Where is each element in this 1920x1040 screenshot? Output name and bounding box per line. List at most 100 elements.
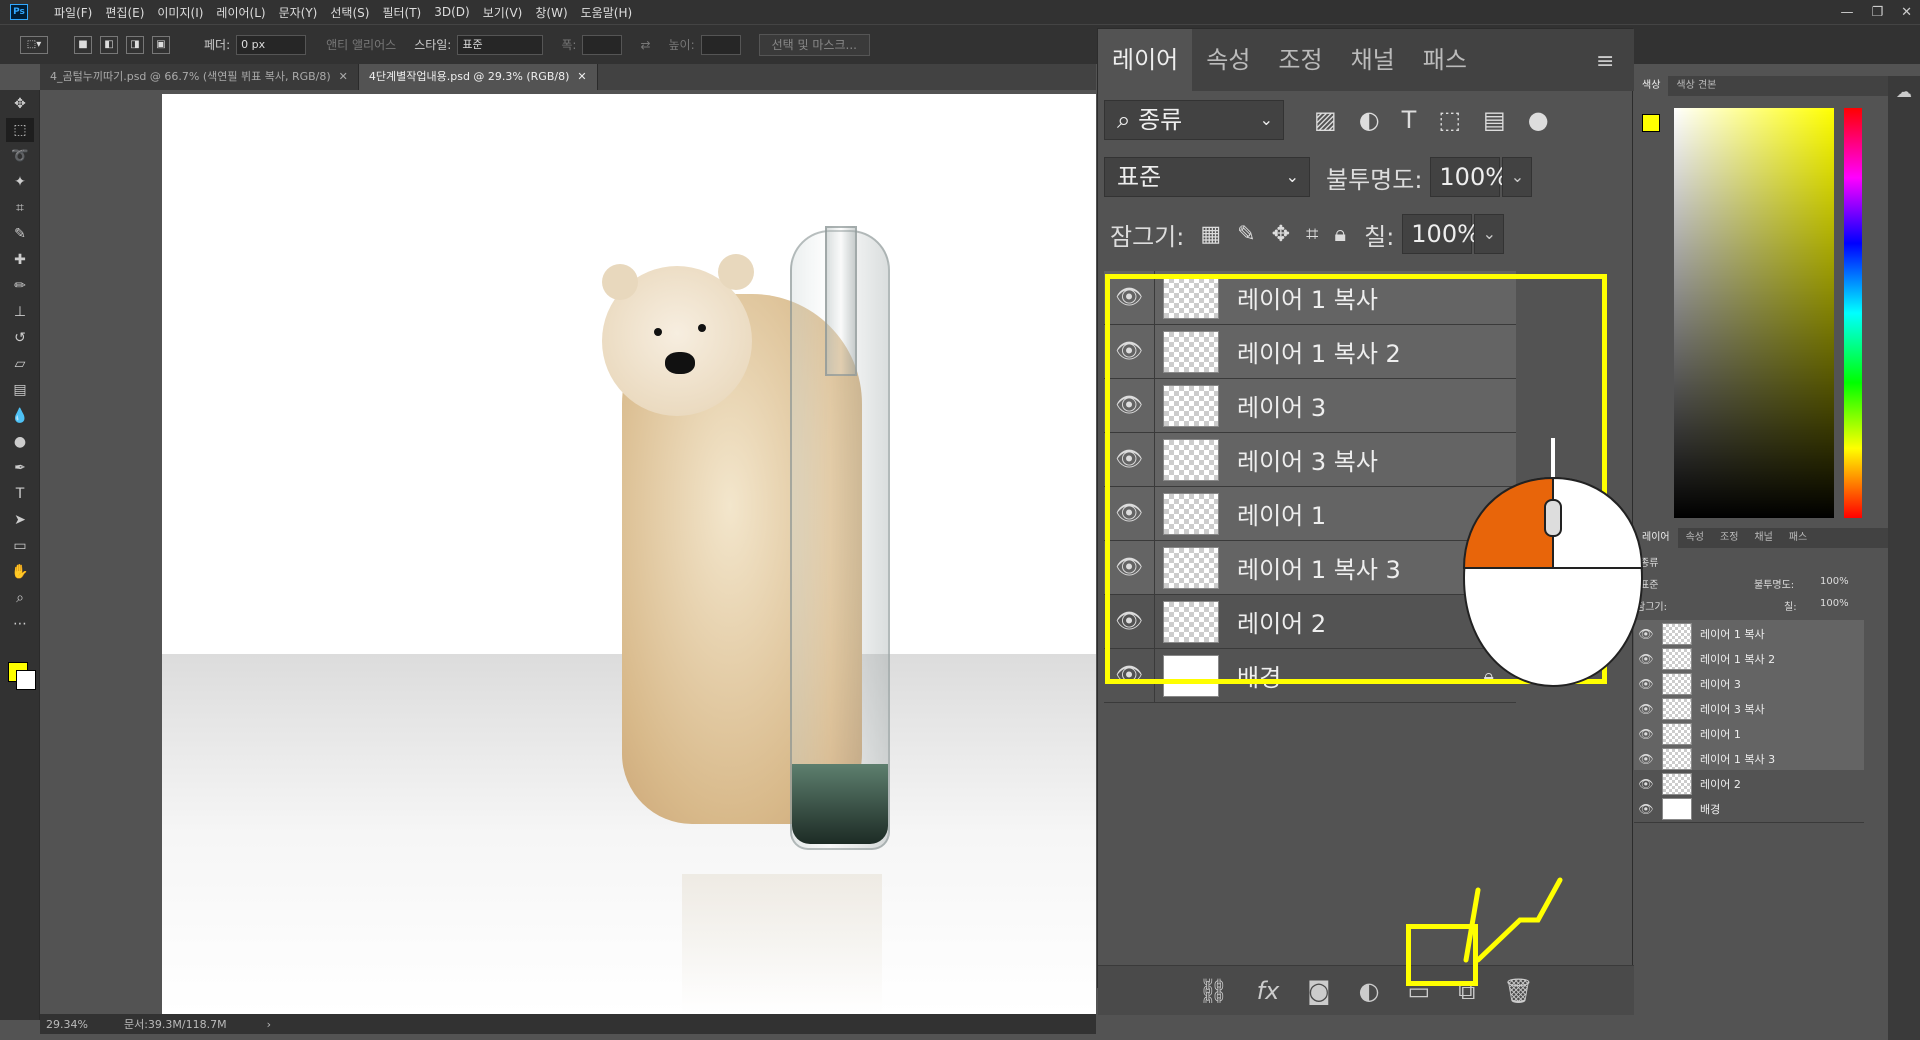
tab-channels[interactable]: 채널 xyxy=(1337,29,1409,91)
path-selection-tool-icon[interactable]: ➤ xyxy=(6,508,34,532)
minimize-icon[interactable]: — xyxy=(1840,5,1853,20)
hue-slider[interactable] xyxy=(1844,108,1862,518)
mini-tab-properties[interactable]: 속성 xyxy=(1678,528,1712,548)
restore-icon[interactable]: ❐ xyxy=(1871,5,1883,20)
eyedropper-tool-icon[interactable]: ✎ xyxy=(6,222,34,246)
subtract-selection-icon[interactable]: ◨ xyxy=(126,35,144,54)
mini-tab-channels[interactable]: 채널 xyxy=(1746,528,1780,548)
menu-filter[interactable]: 필터(T) xyxy=(382,4,421,21)
intersect-selection-icon[interactable]: ▣ xyxy=(152,35,170,54)
color-panel-foreground-swatch[interactable] xyxy=(1642,114,1660,132)
smart-object-filter-icon[interactable]: ▤ xyxy=(1483,106,1506,134)
close-tab-icon[interactable]: ✕ xyxy=(339,70,348,83)
menu-3d[interactable]: 3D(D) xyxy=(434,5,469,19)
lock-artboard-icon[interactable]: ⌗ xyxy=(1306,222,1318,247)
eraser-tool-icon[interactable]: ▱ xyxy=(6,352,34,376)
color-picker-field[interactable] xyxy=(1674,108,1834,518)
menu-help[interactable]: 도움말(H) xyxy=(581,4,633,21)
pixel-filter-icon[interactable]: ▨ xyxy=(1314,106,1337,134)
mini-layer-row[interactable]: 👁︎ 레이어 1 복사 3 xyxy=(1634,745,1864,773)
menu-view[interactable]: 보기(V) xyxy=(483,4,523,21)
crop-tool-icon[interactable]: ⌗ xyxy=(6,196,34,220)
gradient-tool-icon[interactable]: ▤ xyxy=(6,378,34,402)
close-icon[interactable]: ✕ xyxy=(1901,5,1912,20)
menu-file[interactable]: 파일(F) xyxy=(54,4,92,21)
kind-filter-select[interactable]: ⌕ 종류 ⌄ xyxy=(1104,100,1284,140)
delete-layer-icon[interactable]: 🗑︎ xyxy=(1503,977,1533,1005)
visibility-eye-icon[interactable]: 👁︎ xyxy=(1634,752,1658,766)
dodge-tool-icon[interactable]: ● xyxy=(6,430,34,454)
visibility-eye-icon[interactable]: 👁︎ xyxy=(1634,777,1658,791)
menu-type[interactable]: 문자(Y) xyxy=(279,4,318,21)
menu-image[interactable]: 이미지(I) xyxy=(157,4,203,21)
visibility-eye-icon[interactable]: 👁︎ xyxy=(1634,702,1658,716)
marquee-tool-icon[interactable]: ⬚ xyxy=(6,118,34,142)
filter-toggle-icon[interactable]: ● xyxy=(1528,106,1549,134)
move-tool-icon[interactable]: ✥ xyxy=(6,92,34,116)
adjustment-layer-icon[interactable]: ◐ xyxy=(1359,977,1380,1005)
marquee-preset-icon[interactable]: ⬚▾ xyxy=(20,35,48,54)
feather-input[interactable]: 0 px xyxy=(236,34,307,55)
document-canvas[interactable] xyxy=(162,94,1096,1014)
width-input[interactable] xyxy=(582,34,623,55)
menu-window[interactable]: 창(W) xyxy=(535,4,567,21)
rectangle-tool-icon[interactable]: ▭ xyxy=(6,534,34,558)
lock-pixels-icon[interactable]: ✎ xyxy=(1237,222,1255,247)
add-mask-icon[interactable]: ◙ xyxy=(1307,977,1330,1005)
fill-input[interactable]: 100% xyxy=(1402,214,1480,254)
lock-transparency-icon[interactable]: ▦ xyxy=(1200,222,1221,247)
opacity-dropdown-icon[interactable]: ⌄ xyxy=(1502,157,1533,197)
panel-menu-icon[interactable]: ≡ xyxy=(1596,49,1614,74)
healing-tool-icon[interactable]: ✚ xyxy=(6,248,34,272)
status-arrow-icon[interactable]: › xyxy=(267,1018,271,1031)
mini-layer-row[interactable]: 👁︎ 레이어 1 복사 xyxy=(1634,620,1864,648)
lock-all-icon[interactable]: 🔒︎ xyxy=(1334,222,1346,247)
new-selection-icon[interactable]: ■ xyxy=(74,35,92,54)
blur-tool-icon[interactable]: 💧 xyxy=(6,404,34,428)
zoom-level[interactable]: 29.34% xyxy=(46,1018,88,1031)
libraries-icon[interactable]: ☁ xyxy=(1892,82,1916,101)
lock-position-icon[interactable]: ✥ xyxy=(1272,222,1290,247)
menu-layer[interactable]: 레이어(L) xyxy=(216,4,265,21)
type-filter-icon[interactable]: T xyxy=(1402,106,1417,134)
mini-fill-value[interactable]: 100% xyxy=(1820,598,1849,609)
add-selection-icon[interactable]: ◧ xyxy=(100,35,118,54)
visibility-eye-icon[interactable]: 👁︎ xyxy=(1634,802,1658,816)
opacity-input[interactable]: 100% xyxy=(1430,157,1508,197)
menu-edit[interactable]: 편집(E) xyxy=(105,4,144,21)
mini-tab-paths[interactable]: 패스 xyxy=(1781,528,1815,548)
link-layers-icon[interactable]: ⛓ xyxy=(1198,977,1228,1005)
mini-layer-row[interactable]: 👁︎ 레이어 3 xyxy=(1634,670,1864,698)
zoom-tool-icon[interactable]: ⌕ xyxy=(6,586,34,610)
antialias-checkbox-label[interactable]: 앤티 앨리어스 xyxy=(326,36,396,53)
blend-mode-select[interactable]: 표준 ⌄ xyxy=(1104,157,1310,197)
more-tools-icon[interactable]: ⋯ xyxy=(6,612,34,636)
tab-document-2[interactable]: 4단계별작업내용.psd @ 29.3% (RGB/8) ✕ xyxy=(358,64,598,90)
tab-layers[interactable]: 레이어 xyxy=(1098,29,1193,91)
mini-tab-adjustments[interactable]: 조정 xyxy=(1712,528,1746,548)
pen-tool-icon[interactable]: ✒ xyxy=(6,456,34,480)
type-tool-icon[interactable]: T xyxy=(6,482,34,506)
background-color-swatch[interactable] xyxy=(16,670,36,690)
brush-tool-icon[interactable]: ✏ xyxy=(6,274,34,298)
layer-style-fx-icon[interactable]: fx xyxy=(1257,977,1280,1005)
tab-document-1[interactable]: 4_곰털누끼따기.psd @ 66.7% (색연필 뷔표 복사, RGB/8) ✕ xyxy=(40,64,359,90)
shape-filter-icon[interactable]: ⬚ xyxy=(1438,106,1461,134)
tab-adjustments[interactable]: 조정 xyxy=(1264,29,1336,91)
mini-layer-row[interactable]: 👁︎ 레이어 2 xyxy=(1634,770,1864,798)
swap-icon[interactable]: ⇄ xyxy=(640,38,650,52)
select-and-mask-button[interactable]: 선택 및 마스크... xyxy=(758,33,870,56)
lasso-tool-icon[interactable]: ➰ xyxy=(6,144,34,168)
mini-opacity-value[interactable]: 100% xyxy=(1820,576,1849,587)
visibility-eye-icon[interactable]: 👁︎ xyxy=(1634,727,1658,741)
stamp-tool-icon[interactable]: ⊥ xyxy=(6,300,34,324)
style-select[interactable]: 표준 xyxy=(457,34,544,55)
tab-swatches[interactable]: 색상 견본 xyxy=(1668,76,1724,96)
history-brush-tool-icon[interactable]: ↺ xyxy=(6,326,34,350)
adjustment-filter-icon[interactable]: ◐ xyxy=(1359,106,1380,134)
hand-tool-icon[interactable]: ✋ xyxy=(6,560,34,584)
mini-layer-row[interactable]: 👁︎ 레이어 1 복사 2 xyxy=(1634,645,1864,673)
magic-wand-tool-icon[interactable]: ✦ xyxy=(6,170,34,194)
mini-layer-row[interactable]: 👁︎ 배경 xyxy=(1634,795,1864,823)
tab-color[interactable]: 색상 xyxy=(1634,76,1669,96)
